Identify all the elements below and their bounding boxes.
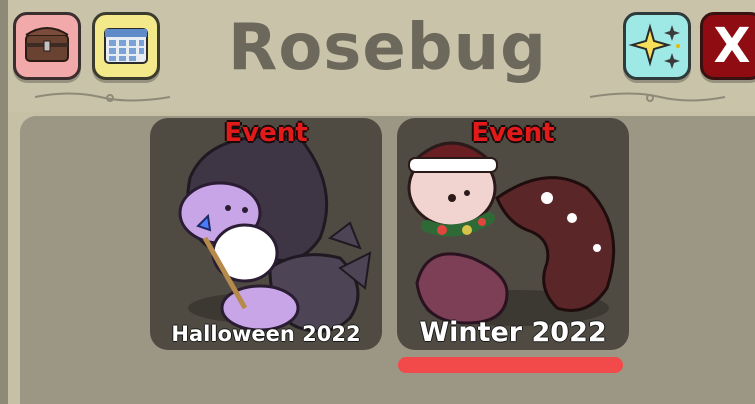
card-halloween-2022[interactable]: Event Halloween 2022 (150, 118, 382, 350)
rosebug-halloween-art (178, 134, 372, 333)
selection-underline (398, 357, 623, 373)
ornament-divider (34, 92, 726, 102)
calendar-button[interactable] (92, 12, 160, 80)
event-tag: Event (224, 118, 308, 148)
effects-button[interactable] (623, 12, 691, 80)
calendar-icon (104, 28, 148, 64)
card-caption: Halloween 2022 (171, 322, 361, 346)
card-winter-2022[interactable]: Event Winter 2022 (397, 118, 629, 350)
page-title: Rosebug (228, 11, 547, 85)
rosebug-winter-art (407, 141, 616, 326)
event-tag: Event (471, 118, 555, 148)
chest-icon (25, 27, 69, 62)
inventory-button[interactable] (13, 12, 81, 80)
content-panel (20, 116, 755, 404)
close-button[interactable]: X (700, 12, 755, 80)
card-caption: Winter 2022 (419, 317, 607, 348)
left-edge (0, 0, 8, 404)
sparkle-icon (628, 23, 680, 69)
